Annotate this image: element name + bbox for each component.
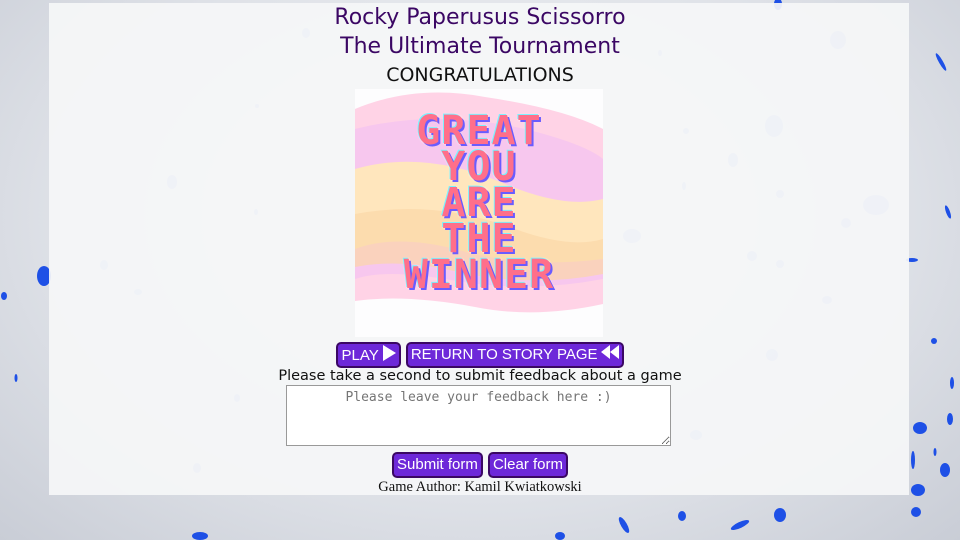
game-subtitle: The Ultimate Tournament <box>340 34 620 59</box>
winner-image: GREAT YOU ARE THE WINNER <box>355 89 603 337</box>
play-button[interactable]: PLAY <box>336 342 401 368</box>
game-author: Game Author: Kamil Kwiatkowski <box>378 479 582 495</box>
form-buttons: Submit form Clear form <box>0 452 960 478</box>
play-icon <box>382 345 396 367</box>
winner-message: GREAT YOU ARE THE WINNER <box>355 111 603 298</box>
play-button-label: PLAY <box>341 346 379 364</box>
clear-form-button[interactable]: Clear form <box>487 452 568 478</box>
return-button-label: RETURN TO STORY PAGE <box>410 346 598 363</box>
rewind-icon <box>600 345 619 365</box>
game-title: Rocky Paperusus Scissorro <box>334 5 626 30</box>
result-heading: CONGRATULATIONS <box>386 64 574 86</box>
feedback-prompt: Please take a second to submit feedback … <box>278 368 682 384</box>
feedback-textarea[interactable] <box>286 385 671 446</box>
return-to-story-button[interactable]: RETURN TO STORY PAGE <box>405 342 624 368</box>
submit-form-button[interactable]: Submit form <box>392 452 483 478</box>
winner-line: WINNER <box>403 252 555 298</box>
nav-buttons: PLAY RETURN TO STORY PAGE <box>0 342 960 368</box>
